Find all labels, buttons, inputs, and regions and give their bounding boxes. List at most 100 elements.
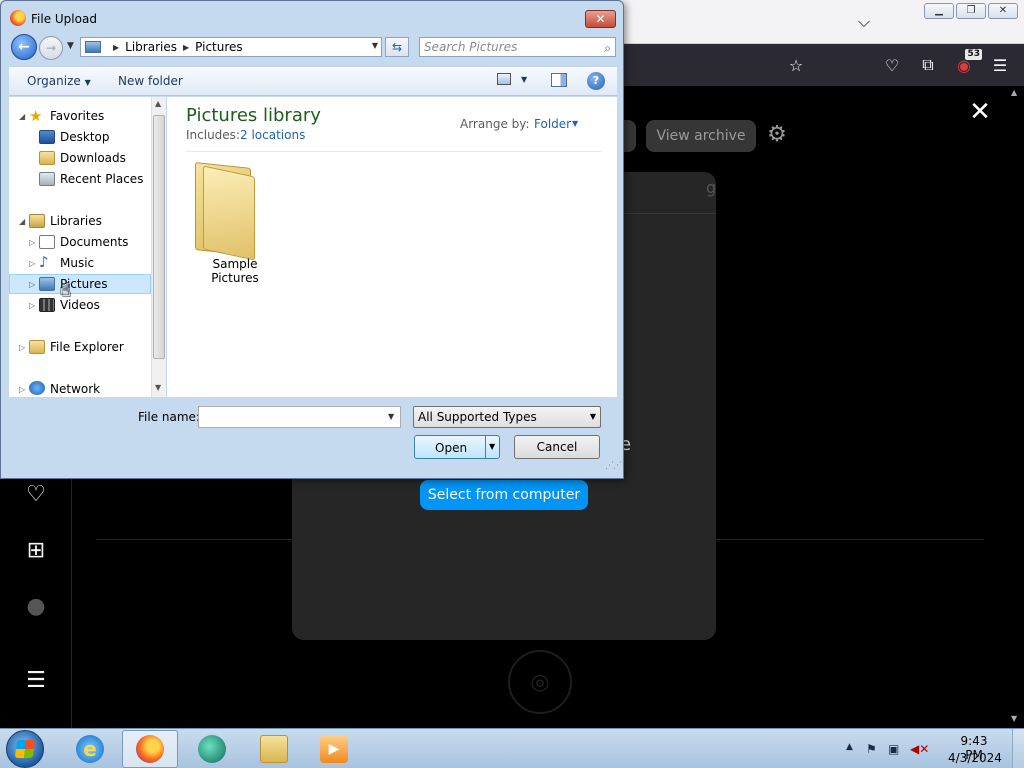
taskbar-internet-explorer[interactable]: e	[62, 730, 118, 768]
search-input[interactable]: Search Pictures ⌕	[419, 37, 616, 57]
folder-label: Sample Pictures	[211, 257, 259, 285]
network-status-icon[interactable]: ▣	[888, 742, 899, 756]
change-view-icon[interactable]	[497, 73, 511, 85]
dialog-title: File Upload	[31, 12, 97, 26]
settings-gear-icon[interactable]: ⚙	[764, 122, 790, 148]
file-name-input[interactable]	[198, 406, 401, 428]
nav-item-music[interactable]: ▷ ♪ Music	[9, 253, 151, 273]
browser-window-controls: ▁ ❐ ✕	[924, 3, 1018, 19]
minimize-button[interactable]: ▁	[924, 3, 954, 19]
view-options-chevron-icon[interactable]: ▼	[521, 75, 527, 84]
nav-item-libraries[interactable]: ◢ Libraries	[9, 211, 151, 231]
nav-item-downloads[interactable]: Downloads	[9, 148, 151, 168]
folder-icon-front	[203, 165, 255, 261]
preview-pane-icon[interactable]	[551, 73, 567, 87]
heart-icon[interactable]: ♡	[22, 480, 50, 508]
expand-arrow-icon[interactable]: ▷	[29, 280, 35, 289]
file-type-select[interactable]: All Supported Types ▼	[413, 406, 601, 428]
scroll-down-icon[interactable]: ▼	[155, 383, 161, 392]
taskbar-firefox[interactable]	[122, 730, 178, 768]
expand-arrow-icon[interactable]: ▷	[29, 259, 35, 268]
folder-item[interactable]: Sample Pictures	[187, 157, 283, 285]
address-dropdown-icon[interactable]: ▼	[372, 41, 378, 50]
volume-muted-icon[interactable]: ◀✕	[910, 742, 929, 756]
nav-item-pictures[interactable]: ▷ Pictures	[9, 274, 151, 294]
file-type-dropdown-icon[interactable]: ▼	[590, 407, 596, 427]
close-modal-icon[interactable]: ✕	[966, 98, 994, 126]
organize-menu[interactable]: Organize ▼	[27, 74, 91, 88]
search-placeholder: Search Pictures	[424, 40, 518, 54]
bookmark-star-icon[interactable]: ☆	[784, 53, 808, 77]
select-from-computer-button[interactable]: Select from computer	[420, 480, 588, 510]
nav-item-videos[interactable]: ▷ Videos	[9, 295, 151, 315]
nav-item-desktop[interactable]: Desktop	[9, 127, 151, 147]
menu-icon[interactable]: ☰	[988, 53, 1012, 77]
expand-arrow-icon[interactable]: ▷	[19, 343, 25, 352]
back-button[interactable]: ←	[11, 34, 37, 60]
close-window-button[interactable]: ✕	[988, 3, 1018, 19]
clock-date[interactable]: 4/3/2024	[948, 751, 1002, 765]
arrange-by-label: Arrange by:	[460, 117, 530, 131]
breadcrumb-pictures[interactable]: Pictures	[195, 40, 243, 54]
arrange-by-chevron-icon[interactable]: ▼	[572, 119, 578, 128]
breadcrumb-libraries[interactable]: Libraries	[125, 40, 177, 54]
breadcrumb-separator-icon[interactable]: ▶	[183, 43, 189, 52]
locations-link[interactable]: 2 locations	[240, 128, 305, 142]
show-desktop-button[interactable]	[1012, 729, 1024, 768]
expand-arrow-icon[interactable]: ▷	[19, 385, 25, 394]
arrange-by-value[interactable]: Folder	[534, 117, 571, 131]
collapse-arrow-icon[interactable]: ◢	[19, 112, 25, 121]
open-options-chevron-icon[interactable]: ▼	[489, 442, 495, 451]
navigation-scrollbar[interactable]: ▲ ▼	[151, 97, 166, 397]
nav-item-recent-places[interactable]: Recent Places	[9, 169, 151, 189]
search-icon[interactable]: ⌕	[604, 39, 611, 57]
file-name-label: File name:	[138, 410, 200, 424]
action-center-flag-icon[interactable]: ⚑	[866, 742, 877, 756]
taskbar-app[interactable]	[184, 730, 240, 768]
open-button[interactable]: Open ▼	[414, 435, 500, 459]
view-archive-button[interactable]: View archive	[646, 120, 756, 152]
content-divider	[186, 151, 602, 152]
recent-locations-chevron-icon[interactable]: ▼	[67, 41, 74, 51]
scrollbar-thumb[interactable]	[153, 115, 165, 359]
extensions-icon[interactable]: ⧉	[916, 53, 940, 77]
internet-explorer-icon: e	[76, 735, 104, 763]
nav-item-documents[interactable]: ▷ Documents	[9, 232, 151, 252]
nav-item-network[interactable]: ▷ Network	[9, 379, 151, 399]
expand-arrow-icon[interactable]: ▷	[29, 301, 35, 310]
file-name-dropdown-icon[interactable]: ▼	[388, 412, 394, 421]
breadcrumb-separator-icon[interactable]: ▶	[113, 43, 119, 52]
tab-list-chevron-icon[interactable]: ⌵	[852, 10, 876, 34]
create-icon[interactable]: ⊞	[22, 536, 50, 564]
resize-grip-icon[interactable]: ⋰⋰	[605, 461, 622, 471]
more-menu-icon[interactable]: ☰	[22, 666, 50, 694]
nav-item-favorites[interactable]: ◢ ★ Favorites	[9, 106, 151, 126]
file-explorer-icon	[260, 735, 288, 763]
dialog-close-button[interactable]: ✕	[585, 10, 616, 28]
nav-item-file-explorer[interactable]: ▷ File Explorer	[9, 337, 151, 357]
addon-icon[interactable]: ◉ 53	[952, 49, 982, 77]
profile-avatar-icon[interactable]: ●	[22, 592, 50, 620]
start-button[interactable]	[6, 730, 44, 768]
new-folder-button[interactable]: New folder	[118, 74, 183, 88]
pocket-icon[interactable]: ♡	[880, 53, 904, 77]
documents-icon	[39, 235, 55, 249]
expand-arrow-icon[interactable]: ▷	[29, 238, 35, 247]
restore-button[interactable]: ❐	[956, 3, 986, 19]
split-divider	[485, 436, 486, 458]
windows-logo-icon	[14, 740, 36, 758]
firefox-icon	[10, 10, 26, 26]
taskbar-media-player[interactable]: ▶	[306, 730, 362, 768]
help-icon[interactable]: ?	[587, 72, 605, 90]
page-scrollbar[interactable]: ▲ ▼	[1006, 86, 1024, 728]
collapse-arrow-icon[interactable]: ◢	[19, 217, 25, 226]
taskbar-file-explorer[interactable]	[246, 730, 302, 768]
forward-button[interactable]: →	[39, 36, 63, 60]
address-bar[interactable]: ▶ Libraries ▶ Pictures ▼	[80, 37, 382, 57]
scroll-down-icon[interactable]: ▼	[1011, 714, 1017, 723]
show-hidden-icons-icon[interactable]: ▲	[846, 742, 853, 752]
scroll-up-icon[interactable]: ▲	[155, 99, 161, 108]
cancel-button[interactable]: Cancel	[514, 435, 600, 459]
scroll-up-icon[interactable]: ▲	[1011, 88, 1017, 97]
refresh-button[interactable]: ⇆	[385, 37, 409, 57]
